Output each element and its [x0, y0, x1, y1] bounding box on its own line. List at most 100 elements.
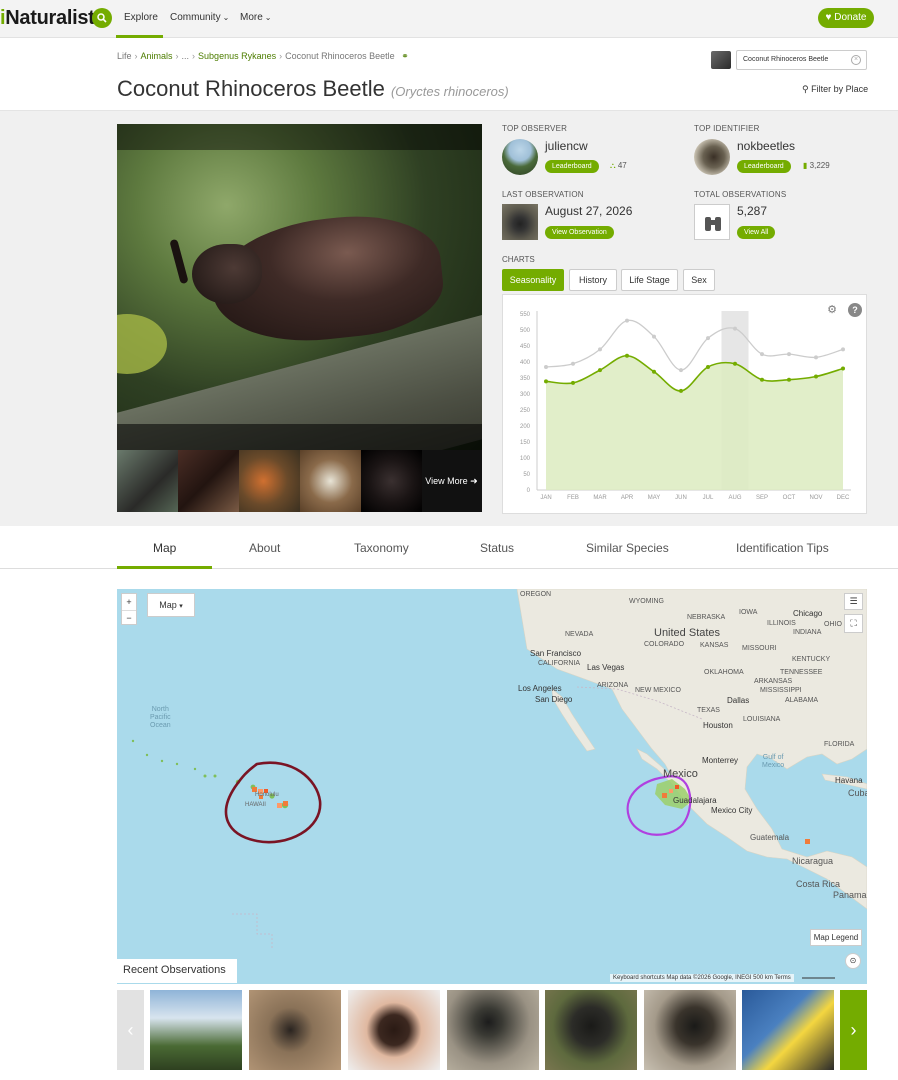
- data-point: [814, 374, 818, 379]
- taxon-search-input[interactable]: Coconut Rhinoceros Beetle ×: [736, 50, 867, 70]
- map-label: United States: [654, 627, 721, 639]
- map-label: ALABAMA: [785, 697, 819, 704]
- photo-thumbnails: View More ➜: [117, 450, 482, 512]
- map-label: KANSAS: [700, 642, 729, 649]
- locate-icon[interactable]: ⊙: [845, 953, 861, 969]
- map-label: HAWAII: [245, 802, 266, 808]
- tab-sex[interactable]: Sex: [683, 269, 715, 291]
- observation-thumbnail[interactable]: [742, 990, 834, 1070]
- tab-history[interactable]: History: [569, 269, 617, 291]
- map-label: Mexico: [663, 768, 698, 780]
- search-icon[interactable]: [92, 8, 112, 28]
- nav-more[interactable]: More ⌄: [240, 12, 272, 23]
- photo-thumbnail[interactable]: [117, 450, 178, 512]
- observation-thumbnail[interactable]: [447, 990, 539, 1070]
- x-tick-label: JUN: [675, 495, 687, 501]
- crumb-life[interactable]: Life: [117, 51, 132, 61]
- x-tick-label: MAY: [648, 495, 661, 501]
- zoom-out-button[interactable]: −: [122, 610, 136, 626]
- chevron-down-icon: ⌄: [222, 13, 230, 22]
- y-tick-label: 50: [523, 472, 530, 478]
- map-label: NEW MEXICO: [635, 687, 681, 694]
- avatar[interactable]: [502, 139, 538, 175]
- zoom-controls: + −: [121, 593, 137, 625]
- inaturalist-logo[interactable]: iNaturalist: [0, 7, 95, 30]
- y-tick-label: 150: [520, 440, 531, 446]
- filter-by-place-button[interactable]: ⚲ Filter by Place: [802, 84, 868, 95]
- photo-thumbnail[interactable]: [178, 450, 239, 512]
- data-point: [625, 353, 629, 358]
- data-point: [841, 366, 845, 371]
- photo-thumbnail[interactable]: [361, 450, 422, 512]
- tab-identification-tips[interactable]: Identification Tips: [736, 541, 829, 555]
- data-point: [571, 380, 575, 385]
- nav-explore[interactable]: Explore: [124, 12, 158, 23]
- chevron-right-icon: ›: [850, 1020, 857, 1040]
- chevron-down-icon: ▾: [179, 603, 183, 610]
- data-point: [544, 364, 548, 369]
- crumb-animals[interactable]: Animals: [141, 51, 173, 61]
- zoom-in-button[interactable]: +: [122, 594, 136, 610]
- avatar[interactable]: [694, 139, 730, 175]
- tab-map[interactable]: Map: [153, 541, 176, 555]
- crumb-ellipsis[interactable]: ...: [182, 51, 190, 61]
- map-type-select[interactable]: Map ▾: [147, 593, 195, 617]
- x-tick-label: MAR: [593, 495, 607, 501]
- data-point: [733, 326, 737, 331]
- chevron-left-icon: ‹: [127, 1020, 134, 1040]
- clear-icon[interactable]: ×: [851, 55, 861, 65]
- tab-about[interactable]: About: [249, 541, 280, 555]
- map-label: OKLAHOMA: [704, 669, 744, 676]
- x-tick-label: SEP: [756, 495, 768, 501]
- map-label: Havana: [835, 776, 863, 785]
- carousel-next-button[interactable]: ›: [840, 990, 867, 1070]
- donate-button[interactable]: ♥ Donate: [818, 8, 874, 28]
- main-photo[interactable]: [117, 124, 482, 450]
- y-tick-label: 400: [520, 360, 531, 366]
- last-observation-thumbnail[interactable]: [502, 204, 538, 240]
- link-icon[interactable]: ⚭: [401, 51, 409, 61]
- observation-thumbnail[interactable]: [150, 990, 242, 1070]
- tab-seasonality[interactable]: Seasonality: [502, 269, 564, 291]
- leaderboard-button[interactable]: Leaderboard: [737, 160, 791, 173]
- tab-similar-species[interactable]: Similar Species: [586, 541, 669, 555]
- map-label: Gulf of Mexico: [762, 754, 785, 769]
- observation-map[interactable]: + − Map ▾ ☰ ⛶ Map Legend ⊙ OREGON WYOMIN…: [117, 589, 867, 984]
- view-observation-button[interactable]: View Observation: [545, 226, 614, 239]
- observation-thumbnail[interactable]: [644, 990, 736, 1070]
- tab-life-stage[interactable]: Life Stage: [621, 269, 678, 291]
- y-tick-label: 550: [520, 312, 531, 318]
- top-identifier-name[interactable]: nokbeetles: [737, 139, 795, 153]
- nav-community[interactable]: Community ⌄: [170, 12, 229, 23]
- layers-icon[interactable]: ☰: [844, 593, 863, 610]
- photo-thumbnail[interactable]: [300, 450, 361, 512]
- top-observer-name[interactable]: juliencw: [545, 139, 588, 153]
- crumb-subgenus[interactable]: Subgenus Rykanes: [198, 51, 276, 61]
- view-more-photos-button[interactable]: View More ➜: [421, 450, 482, 512]
- map-label: San Francisco: [530, 649, 582, 658]
- map-label: Los Angeles: [518, 684, 562, 693]
- map-label: San Diego: [535, 695, 573, 704]
- view-all-button[interactable]: View All: [737, 226, 776, 239]
- data-point: [652, 369, 656, 374]
- map-attribution[interactable]: Keyboard shortcuts Map data ©2026 Google…: [610, 974, 794, 982]
- map-label: North Pacific Ocean: [150, 706, 171, 729]
- photo-thumbnail[interactable]: [239, 450, 300, 512]
- tab-status[interactable]: Status: [480, 541, 514, 555]
- map-legend-button[interactable]: Map Legend: [810, 929, 862, 946]
- fullscreen-icon[interactable]: ⛶: [844, 614, 863, 633]
- map-label: Monterrey: [702, 756, 739, 765]
- top-observer-label: TOP OBSERVER: [502, 124, 568, 133]
- map-label: COLORADO: [644, 641, 685, 648]
- observation-thumbnail[interactable]: [545, 990, 637, 1070]
- observation-thumbnail[interactable]: [348, 990, 440, 1070]
- data-point: [652, 334, 656, 339]
- x-tick-label: APR: [621, 495, 634, 501]
- carousel-prev-button[interactable]: ‹: [117, 990, 144, 1070]
- leaderboard-button[interactable]: Leaderboard: [545, 160, 599, 173]
- map-label: CALIFORNIA: [538, 660, 581, 667]
- map-label: Guadalajara: [673, 796, 717, 805]
- observation-thumbnail[interactable]: [249, 990, 341, 1070]
- seasonality-chart-panel: ⚙ ? 0 50 100 150 200 250 300 350 400 450 500 550 JAN…: [502, 294, 867, 514]
- tab-taxonomy[interactable]: Taxonomy: [354, 541, 409, 555]
